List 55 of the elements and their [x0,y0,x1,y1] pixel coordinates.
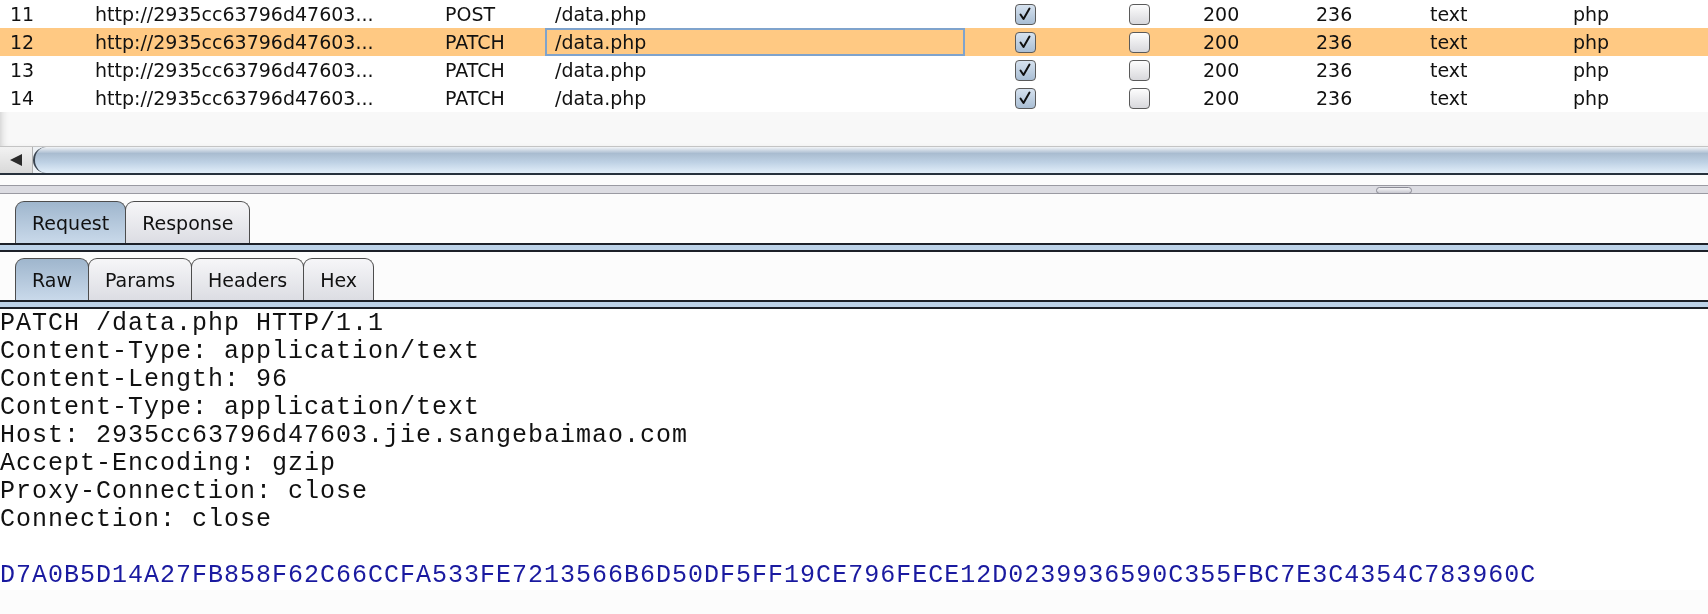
header-line: Content-Type: application/text [0,338,481,366]
table-cell-text: 236 [1315,2,1354,27]
tab[interactable]: Raw [15,258,89,300]
table-cell-text: 12 [9,30,36,55]
table-cell-text: 200 [1202,58,1241,83]
table-cell-text: php [1572,30,1611,55]
header-line: Proxy-Connection: close [0,478,369,506]
table-cell-text: POST [444,2,497,27]
table-cell-text: text [1429,58,1469,83]
table-cell-text: http://2935cc63796d47603... [94,30,375,55]
table-cell-text: 200 [1202,86,1241,111]
table-cell-text: 200 [1202,2,1241,27]
tab[interactable]: Params [87,258,193,300]
scroll-left-button[interactable] [0,147,33,173]
header-line: Content-Type: application/text [0,394,481,422]
table-cell-text: text [1429,2,1469,27]
body-text: D7A0B5D14A27FB858F62C66CCFA533FE7213566B6D50DF5FF19CE796FECE12D0239936590C355FBC7E3C4354C783960C [0,562,1537,590]
table-cell-text: php [1572,86,1611,111]
tab[interactable]: Headers [191,258,305,300]
table-cell-text: 236 [1315,30,1354,55]
header-line: Accept-Encoding: gzip [0,450,337,478]
table-cell-text: text [1429,30,1469,55]
tab[interactable]: Request [15,201,127,243]
scrollbar-thumb[interactable] [33,147,1708,173]
table-cell-text: 200 [1202,30,1241,55]
header-line: Content-Length: 96 [0,366,289,394]
tab[interactable]: Hex [303,258,375,300]
table-row[interactable]: 13 http://2935cc63796d47603... PATCH /data.php 200 236 text php [0,56,1708,84]
table-cell-text: 14 [9,86,36,111]
header-line: Connection: close [0,506,273,534]
left-arrow-icon [10,154,22,166]
table-row[interactable]: 14 http://2935cc63796d47603... PATCH /data.php 200 236 text php [0,84,1708,112]
table-cell-text: 13 [9,58,36,83]
request-line: PATCH /data.php HTTP/1.1 [0,310,385,338]
table-cell-text: 11 [9,2,36,27]
table-row[interactable]: 11 http://2935cc63796d47603... POST /data.php 200 236 text php [0,0,1708,28]
table-cell-text: /data.php [554,58,648,83]
table-cell-text: PATCH [444,58,506,83]
table-cell-text: http://2935cc63796d47603... [94,2,375,27]
table-cell: /data.php [545,28,965,56]
header-line: Host: 2935cc63796d47603.jie.sangebaimao.com [0,422,689,450]
table-cell-text: http://2935cc63796d47603... [94,86,375,111]
table-cell-text: 236 [1315,86,1354,111]
table-cell-text: php [1572,58,1611,83]
table-cell-text: /data.php [554,86,648,111]
tab[interactable]: Response [125,201,251,243]
table-cell-text: PATCH [444,30,506,55]
table-cell-text: PATCH [444,86,506,111]
table-cell-text: 236 [1315,58,1354,83]
table-cell-text: /data.php [554,2,648,27]
table-cell-text: text [1429,86,1469,111]
table-row[interactable]: 12 http://2935cc63796d47603... PATCH /data.php 200 236 text php [0,28,1708,56]
table-cell-text: http://2935cc63796d47603... [94,58,375,83]
table-cell-text: php [1572,2,1611,27]
splitter-handle[interactable] [1376,187,1412,194]
